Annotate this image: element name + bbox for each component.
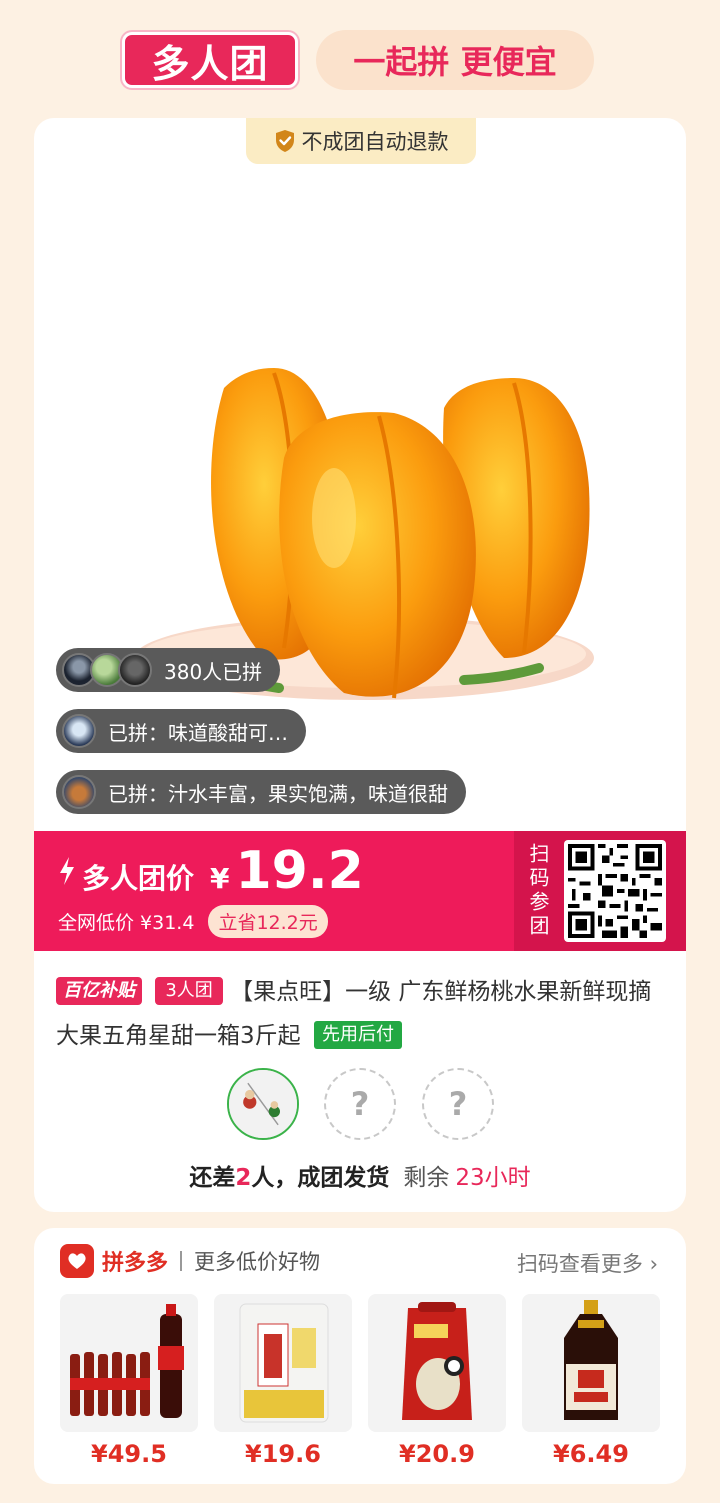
more-goods-header: 拼多多 更多低价好物	[60, 1244, 320, 1278]
group-size-tag: 3人团	[155, 977, 223, 1005]
joined-count-pill: 380人已拼	[56, 648, 281, 692]
subsidy-tag: 百亿补贴	[56, 977, 142, 1005]
qr-code[interactable]	[564, 840, 666, 942]
review-text: 已拼：味道酸甜可…	[108, 720, 288, 745]
divider	[180, 1251, 183, 1271]
scan-to-join-panel[interactable]: 扫码参团	[514, 831, 686, 951]
goods-item[interactable]: ¥6.49	[522, 1294, 660, 1468]
member-slot-filled	[227, 1068, 299, 1140]
goods-image	[522, 1294, 660, 1432]
status-suffix: 人，成团发货	[251, 1165, 390, 1191]
goods-image	[60, 1294, 198, 1432]
price-label: 多人团价	[82, 862, 195, 895]
shield-icon	[275, 130, 294, 152]
goods-price: ¥19.6	[245, 1440, 321, 1468]
product-title-block[interactable]: 百亿补贴 3人团 【果点旺】一级 广东鲜杨桃水果新鲜现摘大果五角星甜一箱3斤起 …	[56, 970, 668, 1058]
review-text: 已拼：汁水丰富，果实饱满，味道很甜	[108, 781, 448, 806]
joined-count: 380人已拼	[164, 659, 263, 684]
avatar	[62, 714, 96, 748]
slogan: 一起拼 更便宜	[316, 30, 594, 90]
more-subtitle: 更多低价好物	[194, 1250, 321, 1274]
review-pill: 已拼：味道酸甜可…	[56, 709, 306, 753]
remaining-time-label: 剩余	[403, 1165, 450, 1191]
review-pill: 已拼：汁水丰富，果实饱满，味道很甜	[56, 770, 466, 814]
goods-list: ¥49.5 ¥19.6 ¥20.9 ¥6.49	[60, 1294, 660, 1468]
pinduoduo-logo-icon	[60, 1244, 94, 1278]
goods-price: ¥6.49	[553, 1440, 629, 1468]
logo-badge: 多人团	[122, 32, 298, 88]
header: 多人团 一起拼 更便宜	[0, 28, 720, 92]
original-price: 全网低价 ¥31.4	[58, 912, 195, 934]
group-price: 19.2	[235, 841, 364, 901]
save-tag: 立省12.2元	[208, 905, 328, 938]
goods-item[interactable]: ¥49.5	[60, 1294, 198, 1468]
pay-later-tag: 先用后付	[313, 1021, 402, 1049]
refund-tag: 不成团自动退款	[246, 118, 476, 164]
goods-price: ¥49.5	[91, 1440, 167, 1468]
scan-to-join-label: 扫码参团	[526, 843, 550, 939]
remaining-time: 23小时	[455, 1165, 531, 1191]
price-bar: 多人团价 ¥ 19.2 全网低价 ¥31.4 立省12.2元 扫码参团	[34, 831, 686, 951]
goods-price: ¥20.9	[399, 1440, 475, 1468]
status-prefix: 还差	[189, 1165, 236, 1191]
brand-name: 拼多多	[102, 1251, 169, 1276]
member-slot-empty: ?	[324, 1068, 396, 1140]
member-slot-empty: ?	[422, 1068, 494, 1140]
avatar-group	[62, 653, 156, 687]
goods-item[interactable]: ¥19.6	[214, 1294, 352, 1468]
goods-item[interactable]: ¥20.9	[368, 1294, 506, 1468]
currency-symbol: ¥	[210, 862, 230, 895]
main-card: 不成团自动退款 380人已拼 已拼：味道酸甜可… 已拼：汁水丰富，果实饱满，味道…	[34, 118, 686, 1212]
avatar	[62, 775, 96, 809]
scan-more-link[interactable]: 扫码查看更多 ›	[517, 1248, 658, 1278]
group-status: 还差2人，成团发货 剩余 23小时	[34, 1158, 686, 1192]
member-avatar	[229, 1070, 297, 1138]
price-info: 多人团价 ¥ 19.2 全网低价 ¥31.4 立省12.2元	[58, 845, 364, 938]
avatar	[118, 653, 152, 687]
goods-image	[368, 1294, 506, 1432]
lightning-icon	[60, 857, 74, 885]
goods-image	[214, 1294, 352, 1432]
more-goods-card: 拼多多 更多低价好物 扫码查看更多 › ¥49.5 ¥19.6 ¥20.9 ¥6…	[34, 1228, 686, 1484]
remaining-count: 2	[235, 1165, 252, 1191]
refund-tag-label: 不成团自动退款	[301, 130, 449, 154]
